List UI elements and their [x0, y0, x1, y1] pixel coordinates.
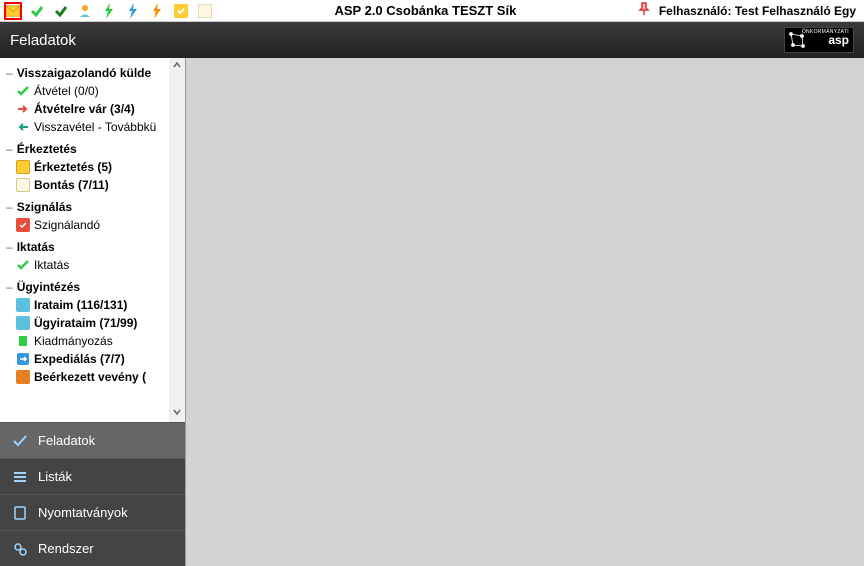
pin-icon[interactable] [637, 2, 651, 19]
box-blue-icon [16, 316, 30, 330]
tree-item-label: Beérkezett vevény ( [34, 370, 146, 384]
tree-item-label: Visszavétel - Továbbkü [34, 120, 156, 134]
note-cream-icon[interactable] [196, 2, 214, 20]
tree-item-beerkezett[interactable]: Beérkezett vevény ( [6, 368, 179, 386]
user-label: Felhasználó: Test Felhasználó Egy [659, 4, 856, 18]
box-red-icon [16, 218, 30, 232]
logo: ÖNKORMÁNYZATI asp [784, 27, 854, 53]
tree-item-iktatas[interactable]: Iktatás [6, 256, 179, 274]
check-dark-icon[interactable] [52, 2, 70, 20]
tree-item-label: Kiadmányozás [34, 334, 113, 348]
tree-item-atvetelre-var[interactable]: Átvételre vár (3/4) [6, 100, 179, 118]
tree-item-szignalando[interactable]: Szignálandó [6, 216, 179, 234]
bottom-nav: Feladatok Listák Nyomtatványok Rendszer [0, 422, 185, 566]
tree: Visszaigazolandó külde Átvétel (0/0) Átv… [0, 58, 185, 422]
box-blue-icon [16, 298, 30, 312]
tree-item-erkeztetes[interactable]: Érkeztetés (5) [6, 158, 179, 176]
nav-label: Feladatok [38, 433, 95, 448]
tree-item-label: Ügyirataim (71/99) [34, 316, 137, 330]
tree-item-label: Iktatás [34, 258, 69, 272]
tree-item-label: Átvételre vár (3/4) [34, 102, 135, 116]
bolt-blue-icon[interactable] [124, 2, 142, 20]
tree-item-label: Átvétel (0/0) [34, 84, 99, 98]
sidebar: Visszaigazolandó külde Átvétel (0/0) Átv… [0, 58, 186, 566]
logo-sub: ÖNKORMÁNYZATI [802, 29, 849, 35]
nav-label: Nyomtatványok [38, 505, 128, 520]
toolbar-icons [0, 2, 214, 20]
tree-item-label: Expediálás (7/7) [34, 352, 125, 366]
box-yellow-icon [16, 160, 30, 174]
tree-item-expedialas[interactable]: Expediálás (7/7) [6, 350, 179, 368]
content-area [186, 58, 864, 566]
header-bar: Feladatok ÖNKORMÁNYZATI asp [0, 22, 864, 58]
check-icon[interactable] [28, 2, 46, 20]
nav-rendszer[interactable]: Rendszer [0, 530, 185, 566]
check-green-icon [16, 84, 30, 98]
nav-label: Listák [38, 469, 72, 484]
logo-text: asp [828, 33, 849, 47]
tree-scrollbar[interactable] [169, 58, 185, 422]
gear-icon [12, 541, 28, 557]
arrow-red-icon [16, 102, 30, 116]
tree-section-iktatas: Iktatás Iktatás [0, 236, 185, 276]
tree-item-label: Szignálandó [34, 218, 100, 232]
user-icon[interactable] [76, 2, 94, 20]
tree-item-bontas[interactable]: Bontás (7/11) [6, 176, 179, 194]
tree-section-erkeztetes: Érkeztetés Érkeztetés (5) Bontás (7/11) [0, 138, 185, 196]
list-icon [12, 469, 28, 485]
tree-section-ugyintezes: Ügyintézés Irataim (116/131) Ügyirataim … [0, 276, 185, 388]
tree-header[interactable]: Érkeztetés [6, 140, 179, 158]
check-green-icon [16, 258, 30, 272]
page-title: Feladatok [10, 32, 76, 49]
tree-header[interactable]: Iktatás [6, 238, 179, 256]
nav-label: Rendszer [38, 541, 94, 556]
tree-header[interactable]: Ügyintézés [6, 278, 179, 296]
tree-item-label: Bontás (7/11) [34, 178, 109, 192]
tree-item-ugyirataim[interactable]: Ügyirataim (71/99) [6, 314, 179, 332]
tree-item-kiadmanyozas[interactable]: Kiadmányozás [6, 332, 179, 350]
doc-icon [12, 505, 28, 521]
scroll-up-icon[interactable] [172, 60, 182, 73]
toolbar-right: Felhasználó: Test Felhasználó Egy [637, 2, 864, 19]
arrow-teal-icon [16, 120, 30, 134]
app-title: ASP 2.0 Csobánka TESZT Sík [214, 3, 637, 18]
tree-header[interactable]: Szignálás [6, 198, 179, 216]
nav-nyomtatvanyok[interactable]: Nyomtatványok [0, 494, 185, 530]
arrow-blue-icon [16, 352, 30, 366]
doc-green-icon [16, 334, 30, 348]
nav-listak[interactable]: Listák [0, 458, 185, 494]
box-orange-icon [16, 370, 30, 384]
main: Visszaigazolandó külde Átvétel (0/0) Átv… [0, 58, 864, 566]
tree-section-szignalas: Szignálás Szignálandó [0, 196, 185, 236]
tree-item-irataim[interactable]: Irataim (116/131) [6, 296, 179, 314]
tree-item-visszavetel[interactable]: Visszavétel - Továbbkü [6, 118, 179, 136]
check-icon [12, 433, 28, 449]
tree-section-visszaigazolando: Visszaigazolandó külde Átvétel (0/0) Átv… [0, 62, 185, 138]
mail-icon[interactable] [4, 2, 22, 20]
top-toolbar: ASP 2.0 Csobánka TESZT Sík Felhasználó: … [0, 0, 864, 22]
tree-item-label: Irataim (116/131) [34, 298, 127, 312]
tree-item-atvetel[interactable]: Átvétel (0/0) [6, 82, 179, 100]
bolt-green-icon[interactable] [100, 2, 118, 20]
tree-item-label: Érkeztetés (5) [34, 160, 112, 174]
box-cream-icon [16, 178, 30, 192]
bolt-orange-icon[interactable] [148, 2, 166, 20]
nav-feladatok[interactable]: Feladatok [0, 422, 185, 458]
scroll-down-icon[interactable] [172, 407, 182, 420]
note-yellow-icon[interactable] [172, 2, 190, 20]
tree-header[interactable]: Visszaigazolandó külde [6, 64, 179, 82]
